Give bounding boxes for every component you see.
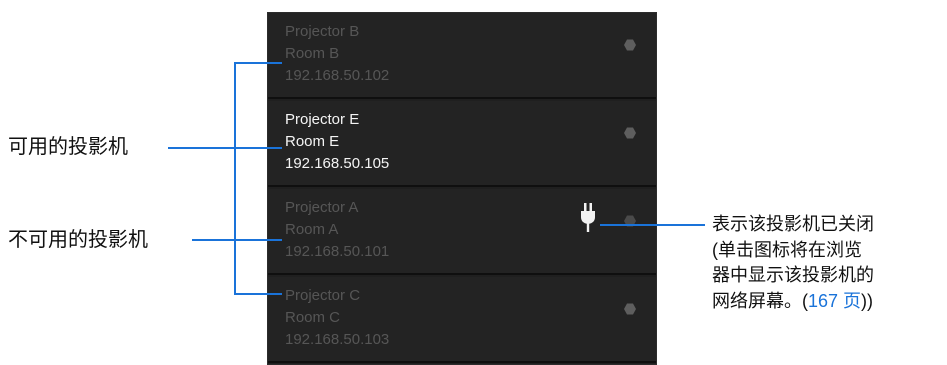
projector-list: Projector B Room B 192.168.50.102 Projec…: [267, 12, 657, 365]
projector-row-b[interactable]: Projector B Room B 192.168.50.102: [268, 13, 656, 99]
projector-ip: 192.168.50.105: [285, 155, 390, 172]
status-hexagon-icon: [624, 127, 636, 139]
status-hexagon-icon: [624, 39, 636, 51]
projector-room: Room E: [285, 133, 340, 150]
projector-name: Projector A: [285, 199, 359, 216]
projector-room: Room C: [285, 309, 341, 326]
callout-available: 可用的投影机: [8, 136, 128, 158]
note-line-4: 网络屏幕。(167 页)): [712, 289, 873, 313]
projector-ip: 192.168.50.103: [285, 331, 390, 348]
projector-ip: 192.168.50.102: [285, 67, 390, 84]
page-link[interactable]: 167 页: [808, 291, 861, 311]
projector-name: Projector B: [285, 23, 360, 40]
note-line-3: 器中显示该投影机的: [712, 265, 874, 285]
projector-room: Room B: [285, 45, 340, 62]
note-line-4-prefix: 网络屏幕。(: [712, 291, 808, 311]
projector-row-c[interactable]: Projector C Room C 192.168.50.103: [268, 277, 656, 363]
callout-unavailable: 不可用的投影机: [8, 229, 148, 251]
status-hexagon-icon: [624, 215, 636, 227]
note-line-1: 表示该投影机已关闭: [712, 214, 874, 234]
projector-name: Projector C: [285, 287, 361, 304]
note-line-2: (单击图标将在浏览: [712, 240, 862, 260]
projector-name: Projector E: [285, 111, 360, 128]
projector-ip: 192.168.50.101: [285, 243, 390, 260]
note-line-4-suffix: )): [861, 291, 874, 311]
projector-room: Room A: [285, 221, 339, 238]
projector-row-a[interactable]: Projector A Room A 192.168.50.101: [268, 189, 656, 275]
plug-icon[interactable]: [580, 203, 596, 233]
projector-row-e[interactable]: Projector E Room E 192.168.50.105: [268, 101, 656, 187]
status-hexagon-icon: [624, 303, 636, 315]
